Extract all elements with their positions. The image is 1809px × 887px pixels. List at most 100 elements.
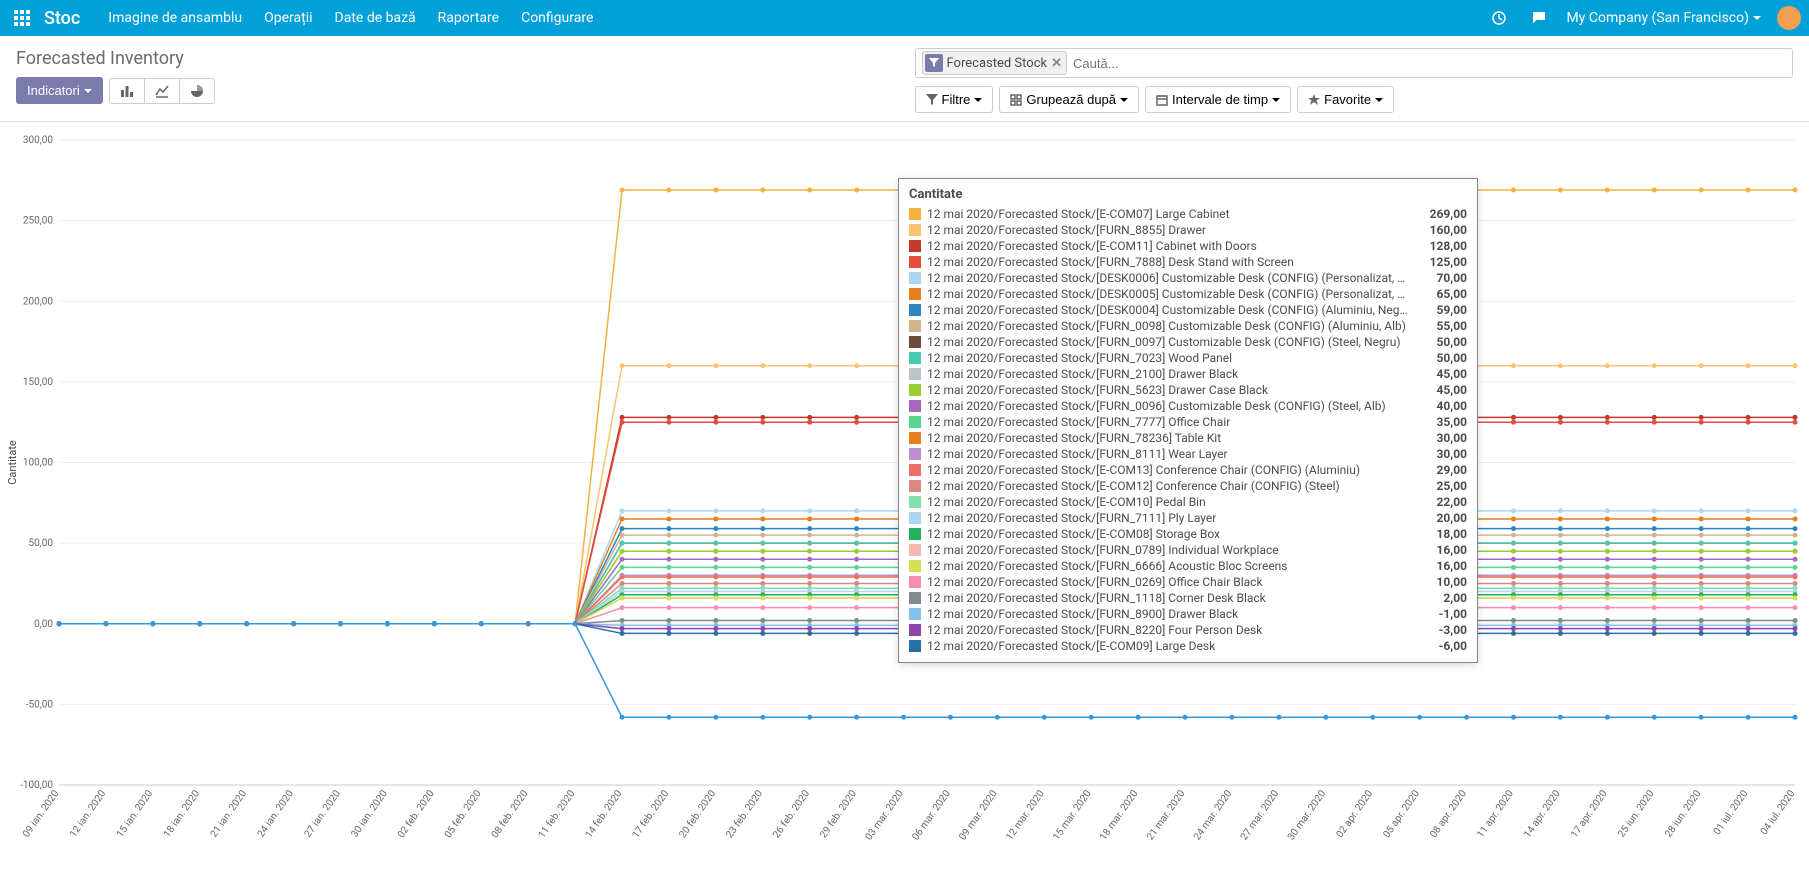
color-swatch xyxy=(909,464,921,476)
svg-text:24 ian. 2020: 24 ian. 2020 xyxy=(256,788,297,839)
tooltip-label: 12 mai 2020/Forecasted Stock/[E-COM13] C… xyxy=(927,463,1360,477)
tooltip-row: 12 mai 2020/Forecasted Stock/[FURN_2100]… xyxy=(909,366,1467,382)
tooltip-value: 269,00 xyxy=(1430,207,1467,221)
groupby-button[interactable]: Grupează după xyxy=(999,86,1139,113)
color-swatch xyxy=(909,352,921,364)
color-swatch xyxy=(909,224,921,236)
tooltip-value: 65,00 xyxy=(1437,287,1468,301)
favorites-button[interactable]: Favorite xyxy=(1297,86,1394,113)
tooltip-label: 12 mai 2020/Forecasted Stock/[FURN_8900]… xyxy=(927,607,1238,621)
nav-masterdata[interactable]: Date de bază xyxy=(335,10,416,26)
svg-text:300,00: 300,00 xyxy=(23,135,53,146)
tooltip-row: 12 mai 2020/Forecasted Stock/[FURN_7023]… xyxy=(909,350,1467,366)
tooltip-row: 12 mai 2020/Forecasted Stock/[FURN_7111]… xyxy=(909,510,1467,526)
color-swatch xyxy=(909,240,921,252)
svg-text:02 feb. 2020: 02 feb. 2020 xyxy=(395,788,437,841)
tooltip-value: 25,00 xyxy=(1437,479,1468,493)
svg-text:21 ian. 2020: 21 ian. 2020 xyxy=(209,788,250,839)
search-input[interactable] xyxy=(1067,52,1786,75)
svg-text:09 mar. 2020: 09 mar. 2020 xyxy=(957,788,1000,842)
svg-text:08 apr. 2020: 08 apr. 2020 xyxy=(1428,788,1469,840)
svg-text:14 feb. 2020: 14 feb. 2020 xyxy=(583,788,625,841)
tooltip-row: 12 mai 2020/Forecasted Stock/[E-COM13] C… xyxy=(909,462,1467,478)
svg-text:-50,00: -50,00 xyxy=(26,699,54,710)
color-swatch xyxy=(909,336,921,348)
tooltip-label: 12 mai 2020/Forecasted Stock/[FURN_0269]… xyxy=(927,575,1263,589)
tooltip-value: 70,00 xyxy=(1437,271,1468,285)
tooltip-label: 12 mai 2020/Forecasted Stock/[FURN_1118]… xyxy=(927,591,1266,605)
tooltip-row: 12 mai 2020/Forecasted Stock/[FURN_7888]… xyxy=(909,254,1467,270)
tooltip-value: 18,00 xyxy=(1437,527,1468,541)
tooltip-row: 12 mai 2020/Forecasted Stock/[FURN_0096]… xyxy=(909,398,1467,414)
svg-text:12 mar. 2020: 12 mar. 2020 xyxy=(1004,788,1047,842)
avatar[interactable] xyxy=(1777,6,1801,30)
indicators-button[interactable]: Indicatori xyxy=(16,77,103,104)
tooltip-value: 50,00 xyxy=(1437,351,1468,365)
search-bar[interactable]: Forecasted Stock ✕ xyxy=(915,48,1794,78)
svg-text:20 feb. 2020: 20 feb. 2020 xyxy=(677,788,719,841)
svg-text:23 feb. 2020: 23 feb. 2020 xyxy=(724,788,766,841)
tooltip-row: 12 mai 2020/Forecasted Stock/[E-COM07] L… xyxy=(909,206,1467,222)
tooltip-value: 16,00 xyxy=(1437,543,1468,557)
svg-text:05 apr. 2020: 05 apr. 2020 xyxy=(1381,788,1422,840)
tooltip-row: 12 mai 2020/Forecasted Stock/[FURN_0789]… xyxy=(909,542,1467,558)
tooltip-label: 12 mai 2020/Forecasted Stock/[FURN_5623]… xyxy=(927,383,1268,397)
tooltip-label: 12 mai 2020/Forecasted Stock/[FURN_0098]… xyxy=(927,319,1406,333)
brand[interactable]: Stoc xyxy=(44,8,80,29)
chat-icon[interactable] xyxy=(1527,6,1551,30)
svg-text:250,00: 250,00 xyxy=(23,216,53,227)
tooltip-row: 12 mai 2020/Forecasted Stock/[FURN_1118]… xyxy=(909,590,1467,606)
svg-text:01 iul. 2020: 01 iul. 2020 xyxy=(1712,788,1751,837)
svg-text:24 mar. 2020: 24 mar. 2020 xyxy=(1192,788,1235,842)
filters-button[interactable]: Filtre xyxy=(915,86,994,113)
tooltip-value: 45,00 xyxy=(1437,383,1468,397)
svg-text:200,00: 200,00 xyxy=(23,296,53,307)
svg-text:50,00: 50,00 xyxy=(29,538,54,549)
company-selector[interactable]: My Company (San Francisco) xyxy=(1567,10,1761,26)
svg-text:04 iul. 2020: 04 iul. 2020 xyxy=(1759,788,1798,837)
tooltip-value: 160,00 xyxy=(1430,223,1467,237)
timerange-button[interactable]: Intervale de timp xyxy=(1145,86,1291,113)
svg-text:09 ian. 2020: 09 ian. 2020 xyxy=(21,788,62,839)
pie-chart-button[interactable] xyxy=(179,78,215,104)
tooltip-value: 20,00 xyxy=(1437,511,1468,525)
color-swatch xyxy=(909,496,921,508)
nav-reporting[interactable]: Raportare xyxy=(438,10,499,26)
tooltip-row: 12 mai 2020/Forecasted Stock/[DESK0005] … xyxy=(909,286,1467,302)
tooltip-value: 30,00 xyxy=(1437,447,1468,461)
tooltip-row: 12 mai 2020/Forecasted Stock/[FURN_8900]… xyxy=(909,606,1467,622)
tooltip-label: 12 mai 2020/Forecasted Stock/[FURN_8855]… xyxy=(927,223,1206,237)
tooltip-value: -1,00 xyxy=(1439,607,1467,621)
color-swatch xyxy=(909,608,921,620)
color-swatch xyxy=(909,256,921,268)
line-chart-button[interactable] xyxy=(144,78,180,104)
svg-text:30 ian. 2020: 30 ian. 2020 xyxy=(349,788,390,839)
svg-text:29 feb. 2020: 29 feb. 2020 xyxy=(817,788,859,841)
tooltip-value: 16,00 xyxy=(1437,559,1468,573)
tooltip-label: 12 mai 2020/Forecasted Stock/[FURN_0097]… xyxy=(927,335,1401,349)
color-swatch xyxy=(909,624,921,636)
tooltip-value: 29,00 xyxy=(1437,463,1468,477)
svg-text:15 ian. 2020: 15 ian. 2020 xyxy=(115,788,156,839)
remove-facet-icon[interactable]: ✕ xyxy=(1051,56,1062,71)
color-swatch xyxy=(909,304,921,316)
filter-icon xyxy=(925,54,943,72)
svg-text:30 mar. 2020: 30 mar. 2020 xyxy=(1286,788,1329,842)
bar-chart-button[interactable] xyxy=(109,78,145,104)
facet-label: Forecasted Stock xyxy=(947,56,1048,71)
control-panel: Forecasted Inventory Indicatori Forecast… xyxy=(0,36,1809,122)
page-title: Forecasted Inventory xyxy=(16,48,895,69)
clock-icon[interactable] xyxy=(1487,6,1511,30)
tooltip-row: 12 mai 2020/Forecasted Stock/[E-COM11] C… xyxy=(909,238,1467,254)
tooltip-label: 12 mai 2020/Forecasted Stock/[FURN_2100]… xyxy=(927,367,1238,381)
svg-text:28 iun. 2020: 28 iun. 2020 xyxy=(1663,788,1704,839)
apps-icon[interactable] xyxy=(8,4,36,32)
color-swatch xyxy=(909,640,921,652)
nav-overview[interactable]: Imagine de ansamblu xyxy=(108,10,242,26)
tooltip-label: 12 mai 2020/Forecasted Stock/[FURN_7111]… xyxy=(927,511,1216,525)
nav-operations[interactable]: Operații xyxy=(264,10,312,26)
nav-config[interactable]: Configurare xyxy=(521,10,593,26)
tooltip-label: 12 mai 2020/Forecasted Stock/[FURN_8220]… xyxy=(927,623,1262,637)
svg-text:15 mar. 2020: 15 mar. 2020 xyxy=(1051,788,1094,842)
nav-menu: Imagine de ansamblu Operații Date de baz… xyxy=(108,10,593,26)
